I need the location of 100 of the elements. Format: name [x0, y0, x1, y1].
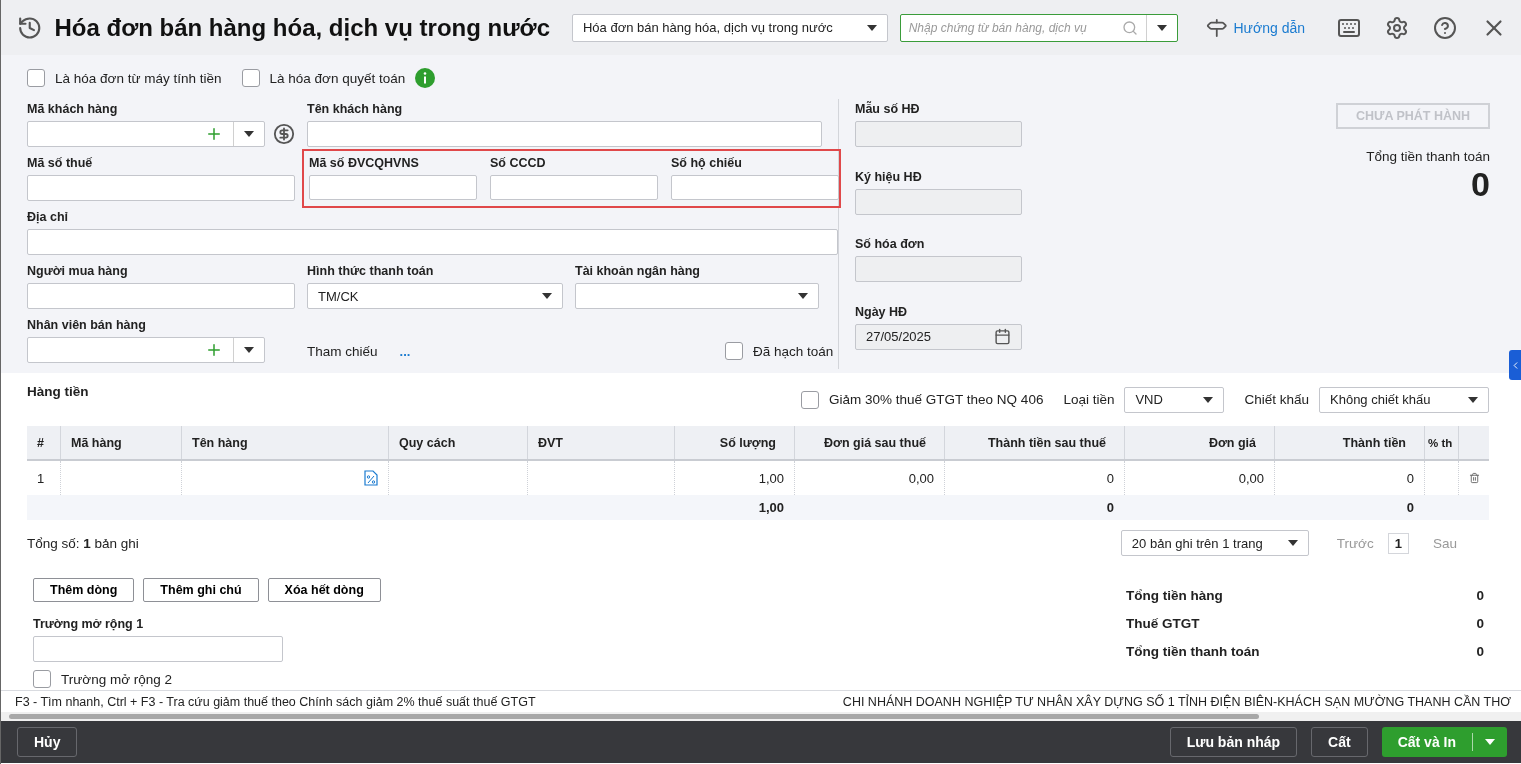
- action-button[interactable]: Thêm ghi chú: [143, 578, 259, 602]
- search-box[interactable]: Nhập chứng từ bán hàng, dịch vụ: [899, 13, 1178, 42]
- caret-icon: [798, 293, 808, 299]
- page-size-select[interactable]: 20 bản ghi trên 1 trang: [1120, 530, 1309, 556]
- caret-icon: [1203, 396, 1214, 403]
- summary-value: 0: [1476, 588, 1484, 605]
- delete-icon[interactable]: [1469, 470, 1480, 486]
- field-label: Số CCCD: [490, 156, 547, 170]
- field-label: Tên khách hàng: [307, 102, 404, 116]
- field-label: Địa chỉ: [27, 210, 69, 224]
- currency-select[interactable]: VND: [1124, 386, 1225, 413]
- summary-label: Thuế GTGT: [1126, 616, 1200, 633]
- caret-icon: [244, 347, 254, 353]
- history-icon[interactable]: [17, 14, 43, 41]
- cancel-button[interactable]: Hủy: [17, 727, 78, 757]
- field-label: Số hóa đơn: [855, 237, 926, 251]
- settings-icon[interactable]: [1385, 15, 1409, 40]
- checkbox-label: Trường mở rộng 2: [61, 671, 173, 687]
- checkbox-label: Đã hạch toán: [753, 343, 834, 359]
- table-cell-text: 1: [36, 469, 46, 488]
- column-header[interactable]: Tên hàng: [181, 426, 388, 459]
- search-icon[interactable]: [1121, 19, 1138, 36]
- date-field[interactable]: 27/05/2025: [855, 323, 1022, 350]
- column-header[interactable]: Mã hàng: [60, 426, 181, 459]
- summary-value: 0: [1476, 616, 1484, 633]
- field-label: Ký hiệu HĐ: [855, 169, 923, 184]
- caret-icon: [1287, 540, 1298, 546]
- checkbox[interactable]: [801, 390, 820, 409]
- help-icon[interactable]: [1433, 15, 1457, 40]
- input-field[interactable]: [27, 175, 295, 201]
- summary-label: Tổng tiền thanh toán: [1126, 644, 1260, 661]
- column-header[interactable]: Thành tiền: [1274, 426, 1424, 459]
- summary-value: 0: [1476, 644, 1484, 661]
- column-header[interactable]: Thành tiền sau thuế: [944, 426, 1124, 459]
- column-header[interactable]: Đơn giá: [1124, 426, 1274, 459]
- plus-icon[interactable]: [205, 341, 223, 359]
- caret-icon: [542, 293, 552, 299]
- checkbox[interactable]: [27, 69, 45, 87]
- customer-code-field[interactable]: [27, 121, 265, 147]
- action-button[interactable]: Thêm dòng: [33, 578, 135, 602]
- field-label: Mẫu số HĐ: [855, 102, 921, 116]
- help-link[interactable]: Hướng dẫn: [1233, 19, 1305, 36]
- readonly-field[interactable]: [855, 256, 1022, 282]
- scrollbar-thumb[interactable]: [9, 714, 1259, 719]
- input-field[interactable]: [27, 283, 295, 309]
- field-label: Tài khoản ngân hàng: [575, 264, 701, 278]
- checkbox-label: Là hóa đơn từ máy tính tiền: [55, 70, 222, 86]
- status-hint: F3 - Tìm nhanh, Ctrl + F3 - Tra cứu giảm thuế theo Chính sách giảm 2% thuế suất thuế GTGT: [15, 694, 536, 709]
- window-title: Hóa đơn bán hàng hóa, dịch vụ trong nước: [54, 13, 550, 42]
- currency-label: Loại tiền: [1063, 392, 1115, 407]
- footer-button[interactable]: Cất: [1311, 727, 1368, 757]
- input-field[interactable]: [307, 121, 822, 147]
- input-field[interactable]: [671, 175, 839, 200]
- caret-icon: [244, 131, 254, 137]
- total-label: Tổng tiền thanh toán: [1366, 149, 1490, 164]
- salesperson-field[interactable]: [27, 337, 265, 363]
- input-field[interactable]: [27, 229, 838, 255]
- column-header[interactable]: Quy cách: [388, 426, 527, 459]
- page-number[interactable]: 1: [1387, 532, 1409, 554]
- checkbox[interactable]: [241, 69, 260, 87]
- info-icon[interactable]: [415, 68, 436, 88]
- footer-button[interactable]: Lưu bản nháp: [1169, 727, 1298, 757]
- field-label: Người mua hàng: [27, 264, 129, 278]
- payment-method-select[interactable]: TM/CK: [307, 283, 563, 309]
- reference-link[interactable]: ...: [399, 343, 411, 359]
- plus-icon[interactable]: [205, 125, 223, 143]
- field-label: Ngày HĐ: [855, 304, 909, 319]
- input-field[interactable]: [490, 175, 658, 200]
- calendar-icon[interactable]: [994, 328, 1011, 345]
- company-name: CHI NHÁNH DOANH NGHIỆP TƯ NHÂN XÂY DỰNG SỐ 1 TỈNH ĐIỆN BIÊN-KHÁCH SẠN MƯỜNG THANH CẦN THƠ: [842, 694, 1511, 709]
- document-type-select[interactable]: Hóa đơn bán hàng hóa, dịch vụ trong nước: [572, 13, 888, 42]
- caret-icon: [1156, 24, 1167, 31]
- summary-label: Tổng tiền hàng: [1126, 588, 1223, 605]
- column-header[interactable]: Đơn giá sau thuế: [794, 426, 944, 459]
- checkbox-label: Là hóa đơn quyết toán: [269, 70, 406, 86]
- input-field[interactable]: [33, 636, 283, 662]
- column-header[interactable]: Số lượng: [674, 426, 794, 459]
- column-header[interactable]: % th: [1424, 426, 1458, 459]
- total-cell-text: 0: [1105, 499, 1115, 517]
- checkbox[interactable]: [725, 342, 743, 360]
- collapse-tab[interactable]: [1509, 350, 1521, 380]
- column-header[interactable]: #: [27, 426, 60, 459]
- percent-document-icon[interactable]: [364, 470, 378, 486]
- total-cell-text: 0: [1405, 499, 1415, 517]
- readonly-field[interactable]: [855, 121, 1022, 147]
- dollar-icon[interactable]: [273, 123, 295, 145]
- total-value: 0: [1471, 164, 1490, 204]
- bank-account-select[interactable]: [575, 283, 819, 309]
- column-header[interactable]: ĐVT: [527, 426, 674, 459]
- action-button[interactable]: Xóa hết dòng: [267, 578, 381, 602]
- signpost-icon[interactable]: [1205, 16, 1228, 39]
- discount-select[interactable]: Không chiết khấu: [1319, 386, 1489, 413]
- reference-label: Tham chiếu: [307, 343, 378, 359]
- field-label: Mã số thuế: [27, 156, 94, 170]
- caret-icon: [1468, 396, 1478, 403]
- field-label: Trường mở rộng 1: [33, 617, 145, 631]
- caret-icon: [1485, 739, 1495, 745]
- input-field[interactable]: [309, 175, 477, 200]
- checkbox[interactable]: [33, 670, 51, 688]
- readonly-field[interactable]: [855, 188, 1022, 215]
